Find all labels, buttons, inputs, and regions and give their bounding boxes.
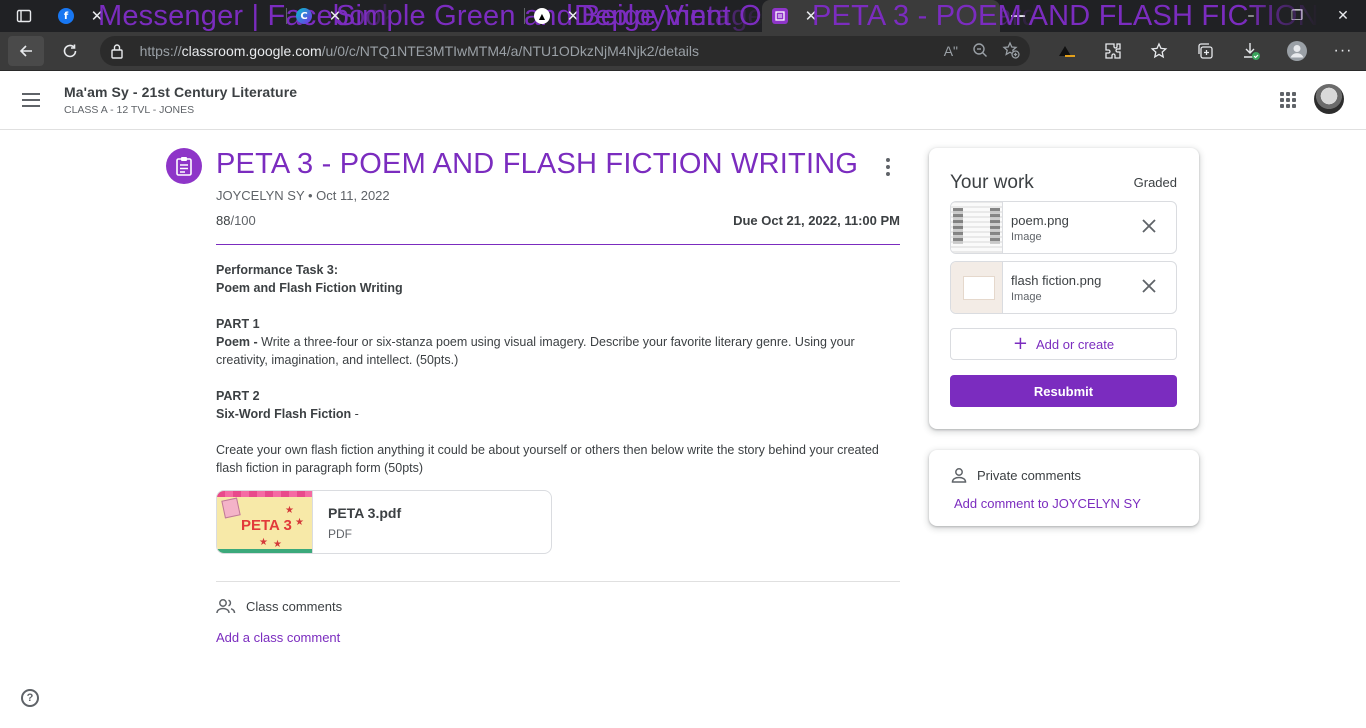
due-date: Due Oct 21, 2022, 11:00 PM: [733, 213, 900, 228]
assignment-icon: [166, 148, 202, 184]
thumbnail-label: PETA 3: [241, 517, 292, 534]
google-apps-icon[interactable]: [1280, 92, 1296, 108]
course-section: CLASS A - 12 TVL - JONES: [64, 104, 195, 116]
account-avatar[interactable]: [1314, 84, 1344, 114]
assignment-title: PETA 3 - POEM AND FLASH FICTION WRITING: [216, 148, 859, 180]
submitted-file[interactable]: poem.png Image: [950, 201, 1177, 254]
assignment-instructions: Performance Task 3: Poem and Flash Ficti…: [216, 263, 879, 475]
people-icon: [216, 599, 236, 614]
facebook-icon: f: [58, 8, 74, 24]
submitted-file[interactable]: flash fiction.png Image: [950, 261, 1177, 314]
assignment-meta: JOYCELYN SY • Oct 11, 2022: [216, 188, 390, 203]
course-breadcrumb[interactable]: Ma'am Sy - 21st Century Literature CLASS…: [64, 84, 297, 116]
extensions-icon[interactable]: [1090, 36, 1136, 66]
url-text: https://classroom.google.com/u/0/c/NTQ1N…: [139, 43, 699, 59]
downloads-icon[interactable]: [1228, 36, 1274, 66]
reload-icon[interactable]: [52, 36, 88, 66]
file-type: Image: [1011, 290, 1042, 303]
close-window-icon[interactable]: ✕: [1320, 0, 1366, 32]
attachment-thumbnail: PETA 3 ★ ★ ★ ★: [217, 491, 313, 553]
private-comments-card: Private comments Add comment to JOYCELYN…: [929, 450, 1199, 526]
your-work-card: Your work Graded poem.png Image flash fi…: [929, 148, 1199, 429]
browser-tab-peta3[interactable]: PETA 3 - POEM AND FLASH FICTION ✕: [762, 0, 1319, 32]
browser-tab-messenger[interactable]: f Messenger | Facebook ✕: [48, 0, 396, 32]
file-type: Image: [1011, 230, 1042, 243]
more-vert-icon[interactable]: [886, 158, 890, 176]
add-or-create-label: Add or create: [1036, 336, 1115, 352]
collections-icon[interactable]: [1182, 36, 1228, 66]
read-aloud-icon[interactable]: Aʺ: [944, 43, 958, 59]
remove-file-icon[interactable]: [1140, 217, 1158, 235]
file-thumbnail: [951, 202, 1003, 253]
class-comments-heading: Class comments: [246, 598, 343, 614]
add-or-create-button[interactable]: + Add or create: [950, 328, 1177, 360]
browser-toolbar: https://classroom.google.com/u/0/c/NTQ1N…: [0, 32, 1366, 71]
zoom-icon[interactable]: [972, 42, 988, 61]
address-bar[interactable]: https://classroom.google.com/u/0/c/NTQ1N…: [99, 36, 1030, 66]
vercel-icon: ▲: [534, 8, 550, 24]
browser-tab-vercel[interactable]: ▲ Deployment Overview – Dashboard ✕: [524, 0, 1038, 32]
add-private-comment-link[interactable]: Add comment to JOYCELYN SY: [954, 496, 1141, 511]
points-earned: 88: [216, 213, 231, 228]
help-icon[interactable]: ?: [21, 689, 39, 707]
assignment-grade: 88/100: [216, 213, 256, 228]
remove-file-icon[interactable]: [1140, 277, 1158, 295]
points-total: /100: [230, 213, 256, 228]
add-favorite-icon[interactable]: [1002, 40, 1020, 62]
favorites-icon[interactable]: [1136, 36, 1182, 66]
resubmit-button[interactable]: Resubmit: [950, 375, 1177, 407]
more-options-icon[interactable]: ···: [1320, 36, 1366, 66]
attachment-name: PETA 3.pdf: [328, 505, 402, 521]
browser-tab-bar: f Messenger | Facebook ✕ C Simple Green …: [0, 0, 1366, 32]
status-badge: Graded: [1133, 175, 1177, 190]
your-work-heading: Your work: [950, 172, 1034, 193]
tab-actions-icon[interactable]: [0, 0, 48, 32]
private-comments-heading: Private comments: [977, 467, 1082, 483]
canva-icon: C: [296, 8, 312, 24]
class-comments-header: Class comments: [216, 598, 342, 614]
title-divider: [216, 244, 900, 245]
classroom-icon: [772, 8, 788, 24]
file-name: flash fiction.png: [1011, 272, 1102, 288]
person-icon: [951, 468, 967, 483]
attachment-type: PDF: [328, 527, 352, 541]
add-class-comment-link[interactable]: Add a class comment: [216, 630, 340, 645]
plus-icon: +: [1012, 333, 1029, 354]
back-arrow-icon[interactable]: [8, 36, 44, 66]
classroom-header: Ma'am Sy - 21st Century Literature CLASS…: [0, 71, 1366, 130]
course-name[interactable]: Ma'am Sy - 21st Century Literature: [64, 84, 297, 100]
tab-title: PETA 3 - POEM AND FLASH FICTION: [812, 0, 1319, 32]
file-thumbnail: [951, 262, 1003, 313]
attachment-card[interactable]: PETA 3 ★ ★ ★ ★ PETA 3.pdf PDF: [216, 490, 552, 554]
comments-divider: [216, 581, 900, 582]
file-name: poem.png: [1011, 212, 1069, 228]
hamburger-menu-icon[interactable]: [22, 93, 46, 107]
extension-pin-icon[interactable]: [1044, 36, 1090, 66]
lock-icon[interactable]: [110, 43, 128, 59]
profile-avatar-icon[interactable]: [1274, 36, 1320, 66]
private-comments-header: Private comments: [951, 467, 1081, 483]
browser-tab-canva[interactable]: C Simple Green and Beige Vintage ✕: [286, 0, 764, 32]
